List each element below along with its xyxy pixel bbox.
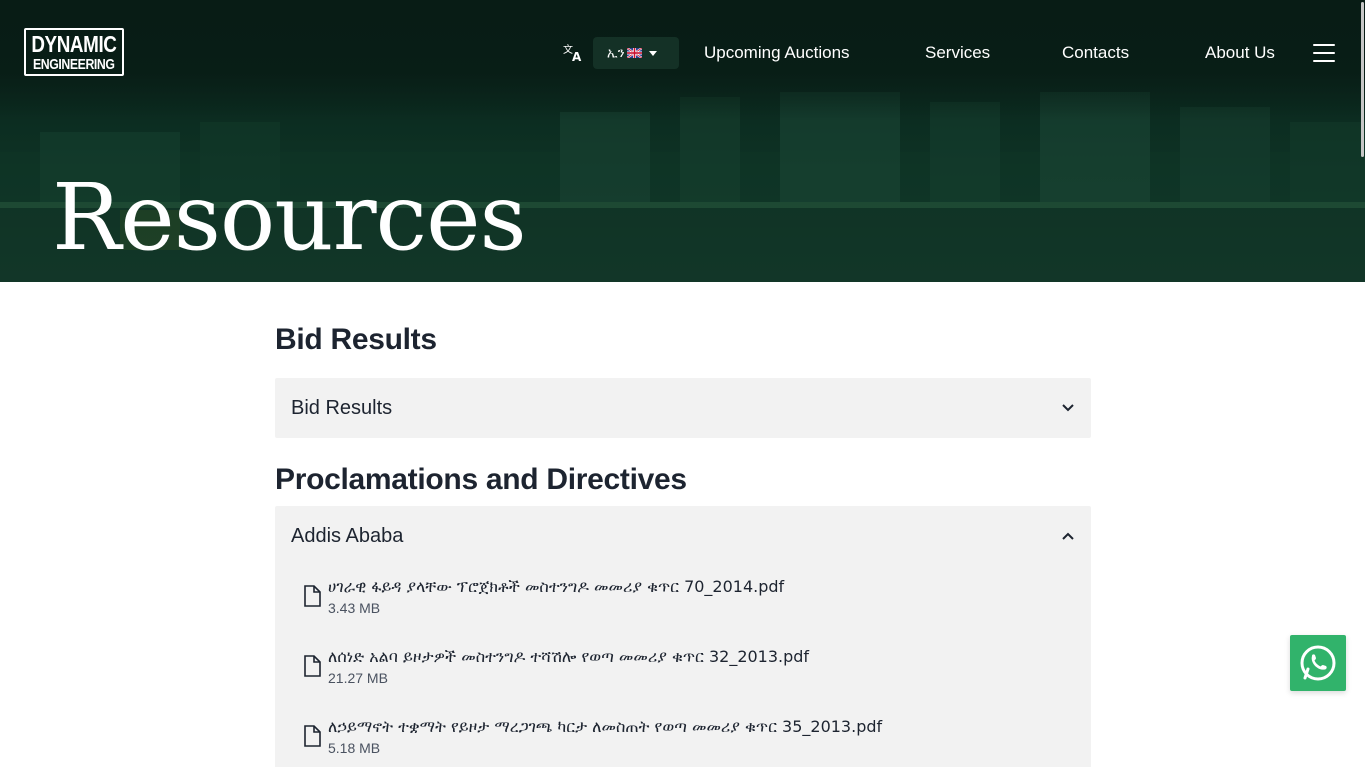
hero-top-fade <box>0 0 1365 120</box>
accordion-header-addis-ababa[interactable]: Addis Ababa <box>275 506 1091 566</box>
page-scrollbar[interactable] <box>1360 0 1365 767</box>
file-name[interactable]: ለሰነድ አልባ ይዞታዎች መስተንግዶ ተሻሽሎ የወጣ መመሪያ ቁጥር … <box>328 647 809 667</box>
whatsapp-button[interactable] <box>1290 635 1346 691</box>
nav-contacts[interactable]: Contacts <box>1062 43 1129 63</box>
accordion-header-bid-results[interactable]: Bid Results <box>275 378 1091 438</box>
nav-about-us[interactable]: About Us <box>1205 43 1275 63</box>
brand-line1: DYNAMIC <box>31 30 117 57</box>
scrollbar-thumb[interactable] <box>1361 2 1364 157</box>
language-switcher: 文 A ኢን <box>560 36 679 70</box>
brand-line2: ENGINEERING <box>33 55 115 73</box>
accordion-addis-ababa: Addis Ababa ሀገራዊ ፋይዳ ያላቸው ፕሮጀክቶች መስተንግዶ … <box>275 506 1091 767</box>
chevron-down-icon <box>1061 401 1075 415</box>
section-title-bid-results: Bid Results <box>275 323 437 356</box>
hamburger-menu-icon[interactable] <box>1313 44 1335 62</box>
section-title-proclamations: Proclamations and Directives <box>275 463 687 496</box>
file-name[interactable]: ሀገራዊ ፋይዳ ያላቸው ፕሮጀክቶች መስተንግዶ መመሪያ ቁጥር 70_… <box>328 577 784 597</box>
file-item[interactable]: ሀገራዊ ፋይዳ ያላቸው ፕሮጀክቶች መስተንግዶ መመሪያ ቁጥር 70_… <box>303 577 784 616</box>
nav-upcoming-auctions[interactable]: Upcoming Auctions <box>704 43 850 63</box>
file-size: 3.43 MB <box>328 600 381 616</box>
file-size: 5.18 MB <box>328 740 381 756</box>
file-icon <box>304 655 321 677</box>
file-icon <box>304 725 321 747</box>
language-select[interactable]: ኢን <box>593 37 679 69</box>
language-label: ኢን <box>607 45 625 61</box>
file-size: 21.27 MB <box>328 670 388 686</box>
nav-services[interactable]: Services <box>925 43 990 63</box>
file-item[interactable]: ለኃይማኖት ተቋማት የይዞታ ማረጋገጫ ካርታ ለመስጠት የወጣ መመሪ… <box>303 717 882 756</box>
accordion-label: Bid Results <box>291 396 393 419</box>
file-icon <box>304 585 321 607</box>
file-item[interactable]: ለሰነድ አልባ ይዞታዎች መስተንግዶ ተሻሽሎ የወጣ መመሪያ ቁጥር … <box>303 647 809 686</box>
svg-text:A: A <box>572 50 582 63</box>
file-name[interactable]: ለኃይማኖት ተቋማት የይዞታ ማረጋገጫ ካርታ ለመስጠት የወጣ መመሪ… <box>328 717 882 737</box>
accordion-label: Addis Ababa <box>291 524 404 547</box>
chevron-down-icon <box>648 50 657 56</box>
uk-flag-icon <box>626 48 642 58</box>
translate-icon[interactable]: 文 A <box>560 39 588 67</box>
page-title: Resources <box>52 164 527 271</box>
brand-logo[interactable]: DYNAMIC ENGINEERING <box>24 28 124 76</box>
whatsapp-icon <box>1300 645 1336 681</box>
accordion-bid-results: Bid Results <box>275 378 1091 438</box>
chevron-up-icon <box>1061 529 1075 543</box>
